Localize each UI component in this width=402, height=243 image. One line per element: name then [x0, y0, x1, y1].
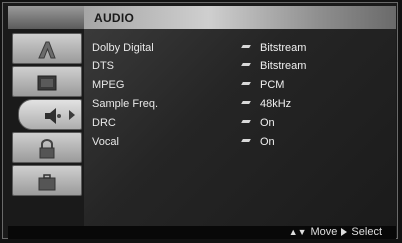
- navigation-hint: ▲▼ Move Select: [289, 226, 382, 238]
- setting-label: Vocal: [92, 136, 119, 148]
- setting-label: DRC: [92, 117, 116, 129]
- sidebar-item-audio[interactable]: [18, 99, 82, 130]
- move-hint-label: Move: [310, 226, 338, 238]
- lock-icon: [35, 138, 59, 158]
- font-a-icon: [35, 40, 59, 59]
- setting-row-dts[interactable]: DTS Bitstream: [92, 59, 392, 75]
- pointer-icon: [241, 63, 251, 66]
- sidebar: [8, 6, 84, 226]
- page-title: AUDIO: [94, 11, 135, 25]
- setting-label: Dolby Digital: [92, 42, 154, 54]
- setting-value: On: [260, 117, 275, 129]
- screen-icon: [35, 73, 59, 92]
- setting-label: DTS: [92, 60, 114, 72]
- selected-arrow-icon: [69, 110, 75, 120]
- pointer-icon: [241, 139, 251, 142]
- pointer-icon: [241, 101, 251, 104]
- sidebar-item-others[interactable]: [12, 165, 82, 196]
- setting-value: PCM: [260, 79, 285, 91]
- sidebar-item-language[interactable]: [12, 33, 82, 64]
- footer-bar: ▲▼ Move Select: [8, 226, 396, 239]
- setting-label: Sample Freq.: [92, 98, 159, 110]
- sidebar-header: [8, 6, 84, 29]
- settings-panel: Dolby Digital Bitstream DTS Bitstream MP…: [84, 29, 396, 226]
- pointer-icon: [241, 45, 251, 48]
- setting-value: Bitstream: [260, 60, 307, 72]
- pointer-icon: [241, 120, 251, 123]
- select-hint-label: Select: [351, 226, 382, 238]
- pointer-icon: [241, 82, 251, 85]
- speaker-icon: [41, 106, 65, 125]
- menu-header: AUDIO: [84, 6, 396, 29]
- briefcase-icon: [35, 172, 59, 191]
- setting-row-drc[interactable]: DRC On: [92, 116, 392, 132]
- setting-row-sample-freq[interactable]: Sample Freq. 48kHz: [92, 97, 392, 113]
- setting-row-vocal[interactable]: Vocal On: [92, 135, 392, 151]
- up-down-arrow-icon: ▲▼: [288, 227, 307, 237]
- right-arrow-icon: [341, 228, 348, 236]
- setting-row-mpeg[interactable]: MPEG PCM: [92, 78, 392, 94]
- setting-label: MPEG: [92, 79, 125, 91]
- setting-row-dolby-digital[interactable]: Dolby Digital Bitstream: [92, 41, 392, 57]
- sidebar-item-lock[interactable]: [12, 132, 82, 163]
- audio-setup-screen: AUDIO Dolby Digital Bitstream DTS Bitstr…: [0, 0, 402, 243]
- setting-value: On: [260, 136, 275, 148]
- setting-value: 48kHz: [260, 98, 292, 110]
- setting-value: Bitstream: [260, 42, 307, 54]
- sidebar-item-display[interactable]: [12, 66, 82, 97]
